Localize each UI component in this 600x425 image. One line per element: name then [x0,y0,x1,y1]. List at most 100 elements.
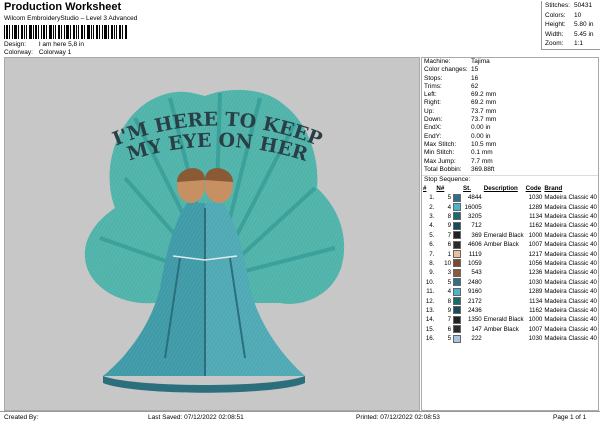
stop-index: 13. [425,307,435,315]
stop-code: 1236 [528,269,543,277]
stop-swatch [452,278,462,287]
stop-code: 1030 [528,278,543,286]
stop-code: 1289 [528,203,543,211]
info-panel: Machine: Tajima Color changes: 15 Stops: 16… [421,57,599,411]
table-row: 6. 6 4606 Amber Black 1007 Madeira Classic 40 [422,240,598,249]
stop-needle: 7 [447,316,452,324]
software-name: Wilcom EmbroideryStudio – Level 3 Advanc… [4,15,138,22]
color-swatch [453,315,462,324]
info-total-bobbin: Total Bobbin: 369.88ft [424,165,495,173]
info-color-changes: Color changes: 15 [424,66,479,74]
info-min-stitch: Min Stitch: 0.1 mm [424,149,493,157]
info-trims: Trims: 62 [424,82,479,90]
stop-code: 1030 [528,335,543,343]
stop-code: 1000 [528,231,543,239]
stop-swatch [452,287,462,296]
table-row: 14. 7 1350 Emerald Black 1000 Madeira Classic… [422,315,598,324]
stop-needle: 10 [444,260,452,267]
stop-needle: 9 [447,307,452,315]
color-swatch [453,212,462,221]
barcode [4,25,127,39]
stop-stitches: 3205 [467,212,482,220]
stop-index: 3. [429,212,435,220]
table-row: 8. 10 1059 1056 Madeira Classic 40 [422,259,598,268]
info-max-jump: Max Jump: 7.7 mm [424,157,493,165]
stop-stitches: 1119 [468,250,482,258]
stop-needle: 8 [447,297,452,305]
stop-needle: 7 [447,231,452,239]
stop-brand: Madeira Classic 40 [544,278,597,286]
stop-description [483,212,525,221]
info-left: Left: 69.2 mm [424,91,497,99]
table-row: 15. 6 147 Amber Black 1007 Madeira Classic 40 [422,325,598,334]
color-swatch [453,268,462,277]
stop-description [483,221,525,230]
stop-description [483,278,525,287]
stop-index: 4. [429,222,435,230]
stop-swatch [452,296,462,306]
stop-needle: 8 [447,212,452,220]
stop-needle: 4 [447,203,452,211]
footer-saved: Last Saved: 07/12/2022 02:08:51 [148,414,244,421]
stop-brand: Madeira Classic 40 [544,231,597,239]
stop-swatch [452,259,462,268]
table-row: 5. 7 369 Emerald Black 1000 Madeira Classic 4… [422,231,598,240]
stop-description: Amber Black [483,325,519,333]
stop-description: Amber Black [483,241,519,249]
stop-index: 1. [429,194,435,202]
stat-width: Width: 5.45 in [545,30,594,38]
stop-stitches: 147 [471,325,482,333]
stop-swatch [452,240,462,249]
colorway-value: Colorway 1 [38,49,72,56]
color-swatch [453,202,462,211]
table-row: 13. 9 2436 1162 Madeira Classic 40 [422,306,598,315]
col-code: Code [525,185,542,193]
stop-swatch [452,193,462,202]
stop-index: 16. [425,335,435,343]
footer-printed: Printed: 07/12/2022 02:08:53 [356,414,440,421]
stop-code: 1000 [528,316,543,324]
stop-stitches: 543 [471,269,482,277]
col-index: # [423,185,427,193]
stop-description [483,203,525,212]
color-swatch [453,221,462,230]
info-endy: EndY: 0.00 in [424,132,491,140]
design-value: I am here 5,8 in [38,41,84,48]
stop-index: 2. [429,203,435,211]
color-swatch [453,259,462,268]
stop-index: 6. [429,241,435,249]
stop-swatch [452,221,462,230]
stop-code: 1030 [528,194,543,202]
stop-stitches: 4844 [467,194,482,202]
info-stops: Stops: 16 [424,74,479,82]
stop-swatch [452,212,462,221]
table-header: # N# St. Description Code Brand [422,185,598,194]
stop-brand: Madeira Classic 40 [544,212,597,220]
table-row: 1. 5 4844 1030 Madeira Classic 40 [422,193,598,202]
stop-brand: Madeira Classic 40 [544,222,597,230]
table-row: 9. 3 543 1236 Madeira Classic 40 [422,268,598,277]
page-title: Production Worksheet [4,1,122,13]
stop-stitches: 2172 [467,297,482,305]
stop-code: 1134 [529,212,543,220]
stop-sequence-table: # N# St. Description Code Brand 1. 5 4844 1… [422,185,598,344]
stat-colors: Colors: 10 [545,11,582,19]
stop-code: 1162 [529,307,543,315]
stop-needle: 4 [447,288,452,296]
color-swatch [453,240,462,249]
stat-height: Height: 5.80 in [545,21,594,28]
color-swatch [453,334,462,343]
stop-index: 10. [425,278,435,286]
stop-stitches: 16005 [464,203,482,211]
stop-description [483,287,525,296]
stop-swatch [452,231,462,240]
stop-needle: 6 [447,241,452,249]
color-swatch [453,231,462,240]
stop-swatch [452,306,462,315]
stop-sequence-label: Stop Sequence: [422,175,598,185]
stop-brand: Madeira Classic 40 [544,260,597,267]
stats-box: Stitches: 50431 Colors: 10 Height: 5.80 in … [541,1,600,50]
stop-brand: Madeira Classic 40 [544,203,597,211]
stop-swatch [452,268,462,277]
stop-brand: Madeira Classic 40 [544,269,597,277]
